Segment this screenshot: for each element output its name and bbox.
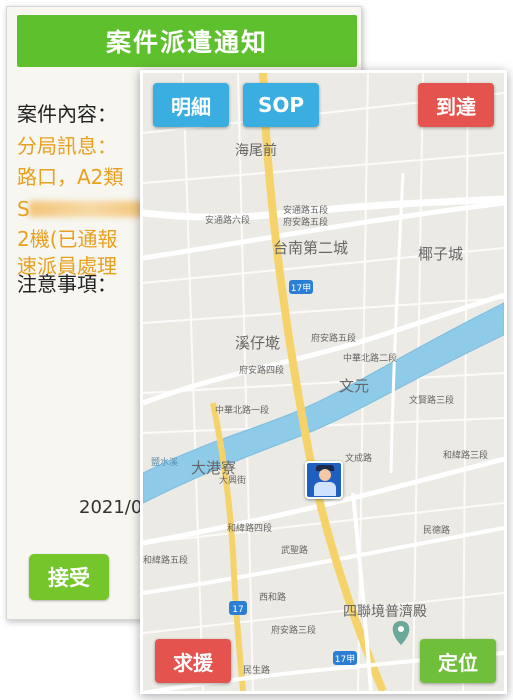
arrive-button[interactable]: 到達 (418, 83, 494, 127)
map-screen: 海尾前 台南第二城 椰子城 溪仔墘 文元 大港寮 四聯境普濟殿 安通路五段 府安… (140, 70, 507, 694)
help-button[interactable]: 求援 (155, 639, 231, 683)
label-ximen: 西和路 (259, 591, 286, 603)
label-wuxian: 武聖路 (281, 544, 308, 556)
notice-date: 2021/0 (79, 497, 143, 518)
label-minsheng: 民生路 (243, 664, 270, 676)
sop-button[interactable]: SOP (243, 83, 319, 127)
officer-location-icon[interactable] (305, 461, 343, 499)
route-17a-text: 17甲 (291, 283, 311, 294)
officer-head (319, 469, 331, 481)
notice-title: 案件派遣通知 (17, 15, 357, 67)
case-content-label: 案件內容： (17, 102, 117, 126)
redacted-line (29, 201, 149, 217)
locate-button[interactable]: 定位 (420, 639, 496, 683)
notes-label: 注意事項： (17, 272, 117, 296)
label-tainan2: 台南第二城 (273, 239, 348, 257)
s-line: S (17, 197, 30, 221)
officer-body (314, 482, 336, 496)
label-xizaiji: 溪仔墘 (235, 334, 280, 352)
label-dahui: 大興街 (219, 474, 246, 486)
label-hewei5: 和緯路五段 (143, 554, 188, 566)
crossing-line: 路口，A2類 (17, 165, 124, 189)
label-zhongbei1: 中華北路一段 (215, 404, 269, 416)
label-hewei3: 和緯路三段 (443, 449, 488, 461)
label-minde: 民德路 (423, 524, 450, 536)
temple-pin-icon (392, 621, 410, 645)
label-anan4: 府安路四段 (239, 364, 284, 376)
label-wenyuan: 文元 (339, 377, 369, 395)
label-wencheng: 文成路 (345, 452, 372, 464)
street-grid (143, 73, 504, 691)
branch-message-line: 分局訊息： (17, 134, 117, 158)
label-anton5a: 安通路五段 (283, 204, 328, 216)
label-wenxian3: 文賢路三段 (409, 394, 454, 406)
accept-button[interactable]: 接受 (29, 554, 109, 600)
label-haiweiqian: 海尾前 (235, 142, 277, 159)
detail-button[interactable]: 明細 (153, 83, 229, 127)
screenshot-stage: 案件派遣通知 案件內容： 分局訊息： 路口，A2類 S 2機(已通報 速派員處理… (0, 0, 513, 700)
label-anan3: 府安路三段 (271, 624, 316, 636)
label-yanshui: 鹽水溪 (151, 456, 178, 468)
label-anan5: 府安路五段 (283, 216, 328, 228)
map-view[interactable]: 海尾前 台南第二城 椰子城 溪仔墘 文元 大港寮 四聯境普濟殿 安通路五段 府安… (143, 73, 504, 691)
label-sijing: 四聯境普濟殿 (343, 604, 427, 620)
label-dagangliao: 大港寮 (191, 459, 236, 477)
label-anton6: 安通路六段 (205, 214, 250, 226)
label-zhongbei2: 中華北路二段 (343, 352, 397, 364)
machine-line: 2機(已通報 (17, 227, 118, 251)
label-yeziguo: 椰子城 (418, 245, 463, 263)
route-17-text: 17 (232, 605, 243, 615)
map-canvas: 海尾前 台南第二城 椰子城 溪仔墘 文元 大港寮 四聯境普濟殿 安通路五段 府安… (143, 73, 504, 691)
label-wenan5: 府安路五段 (311, 332, 356, 344)
route-17a-text-2: 17甲 (335, 654, 355, 665)
label-hewei4: 和緯路四段 (227, 522, 272, 534)
